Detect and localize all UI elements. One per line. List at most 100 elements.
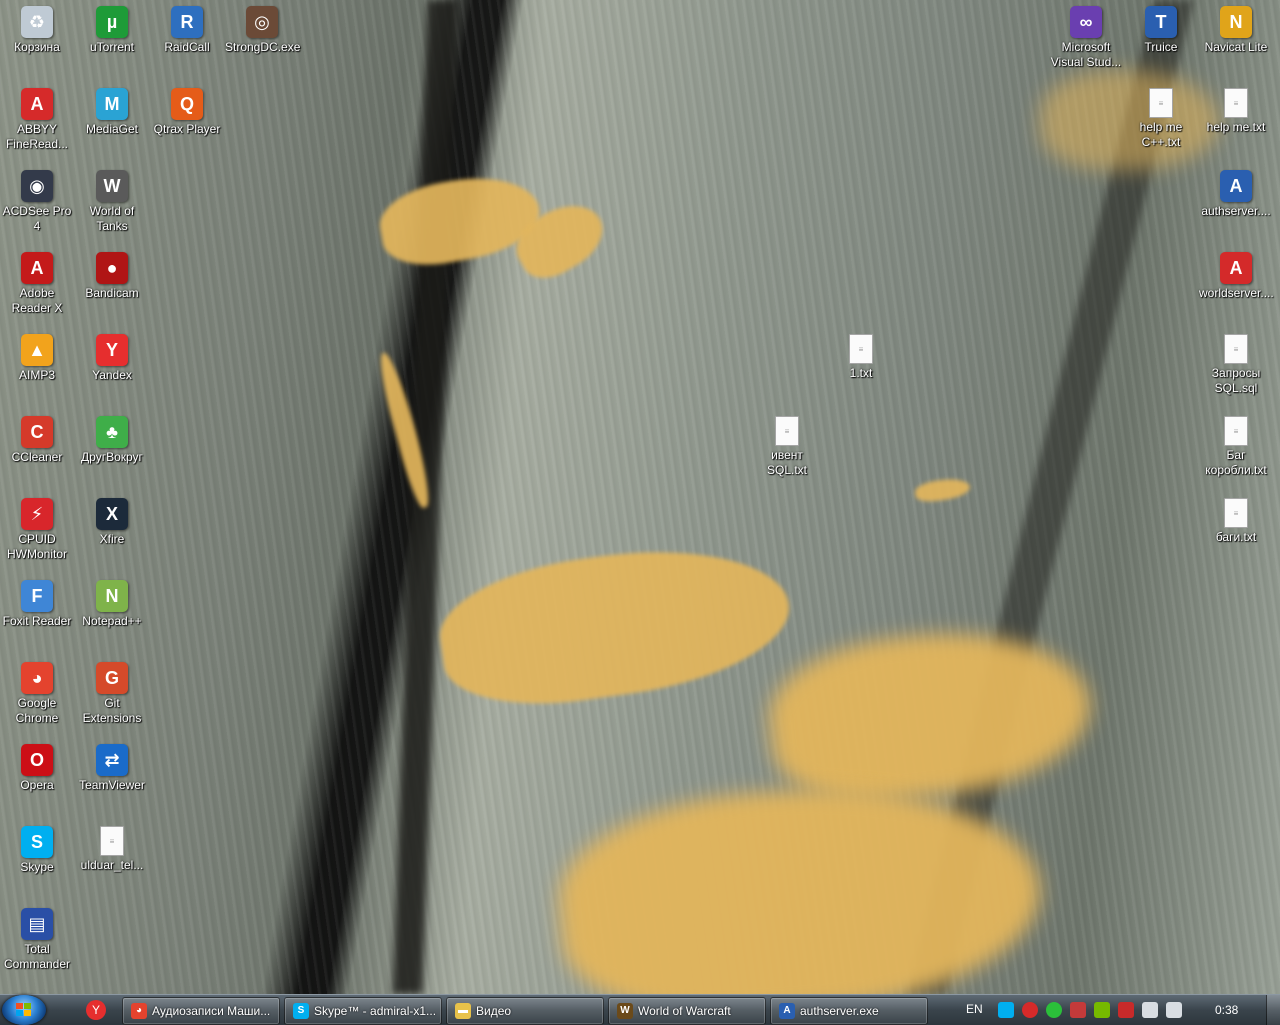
opera-icon: O [21, 744, 53, 776]
taskbar-button-label: Skype™ - admiral-x1... [314, 1004, 437, 1018]
desktop-icon-label: Yandex [92, 368, 132, 382]
desktop-icon-git-extensions[interactable]: G Git Extensions [75, 662, 149, 726]
desktop-icon-text-file[interactable]: ≡ help me C++.txt [1124, 88, 1198, 150]
desktop-icon-label: CCleaner [11, 450, 63, 464]
desktop-icon-label: MediaGet [85, 122, 139, 136]
desktop-wallpaper[interactable]: ♻ Корзина µ uTorrent R RaidCall ◎ StrongDC.exe A… [0, 0, 1280, 994]
desktop-icon-label: Xfire [99, 532, 125, 546]
windows-logo-icon [16, 1003, 32, 1017]
desktop-icon-label: ulduar_tel... [80, 858, 144, 872]
desktop-icon-label: баги.txt [1215, 530, 1257, 544]
text-file-icon: ≡ [1224, 498, 1248, 528]
desktop-icon-strongdc[interactable]: ◎ StrongDC.exe [225, 6, 301, 55]
clock[interactable]: 0:38 [1215, 1003, 1238, 1017]
language-indicator[interactable]: EN [966, 1002, 983, 1016]
security-tray-icon[interactable] [1118, 1002, 1134, 1018]
taskbar-button-skype[interactable]: S Skype™ - admiral-x1... [284, 997, 442, 1025]
desktop-icon-label: RaidCall [164, 40, 210, 54]
abbyy-icon: A [21, 88, 53, 120]
navicat-icon: N [1220, 6, 1252, 38]
desktop-icon-text-file[interactable]: ≡ 1.txt [824, 334, 898, 381]
world-of-tanks-icon: W [96, 170, 128, 202]
desktop-icon-notepadpp[interactable]: N Notepad++ [75, 580, 149, 629]
desktop-icon-qtrax[interactable]: Q Qtrax Player [150, 88, 224, 137]
text-file-icon: ≡ [1224, 88, 1248, 118]
desktop-icon-label: authserver.... [1201, 204, 1271, 218]
quicklaunch-yandex-icon[interactable]: Y [86, 1000, 106, 1020]
desktop-icon-sql-file[interactable]: ≡ Запросы SQL.sql [1199, 334, 1273, 396]
qtrax-icon: Q [171, 88, 203, 120]
desktop-icon-aimp[interactable]: ▲ AIMP3 [0, 334, 74, 383]
desktop-icon-hwmonitor[interactable]: ⚡ CPUID HWMonitor [0, 498, 74, 562]
visual-studio-icon: ∞ [1070, 6, 1102, 38]
desktop-icon-skype[interactable]: S Skype [0, 826, 74, 875]
skype-tray-icon[interactable] [998, 1002, 1014, 1018]
desktop-icon-chrome[interactable]: ◕ Google Chrome [0, 662, 74, 726]
green-status-icon[interactable] [1046, 1002, 1062, 1018]
total-commander-icon: ▤ [21, 908, 53, 940]
taskbar-button-label: Видео [476, 1004, 512, 1018]
desktop-icon-label: StrongDC.exe [225, 40, 301, 54]
nvidia-icon[interactable] [1094, 1002, 1110, 1018]
teamviewer-icon: ⇄ [96, 744, 128, 776]
desktop-icon-label: Корзина [14, 40, 60, 54]
text-file-icon: ≡ [1224, 416, 1248, 446]
desktop-icon-mediaget[interactable]: M MediaGet [75, 88, 149, 137]
desktop-icon-cpp-file[interactable]: ≡ ulduar_tel... [75, 826, 149, 873]
desktop-icon-foxit[interactable]: F Foxit Reader [0, 580, 74, 629]
start-button[interactable] [2, 995, 46, 1025]
desktop-icon-utorrent[interactable]: µ uTorrent [75, 6, 149, 55]
desktop-icon-label: ACDSee Pro 4 [2, 204, 72, 233]
desktop-icon-worldserver[interactable]: Aworldserver.... [1199, 252, 1274, 301]
desktop-icon-truice[interactable]: T Truice [1124, 6, 1198, 55]
authserver-icon: A [779, 1003, 795, 1019]
desktop-icon-raidcall[interactable]: R RaidCall [150, 6, 224, 55]
desktop-icon-abbyy[interactable]: A ABBYY FineRead... [0, 88, 74, 152]
desktop-icon-total-commander[interactable]: ▤ Total Commander [0, 908, 74, 972]
desktop-icon-opera[interactable]: O Opera [0, 744, 74, 793]
network-icon[interactable] [1142, 1002, 1158, 1018]
taskbar-button-authserver[interactable]: Aauthserver.exe [770, 997, 928, 1025]
sql-file-icon: ≡ [1224, 334, 1248, 364]
taskbar-button-chrome[interactable]: ◕ Аудиозаписи Маши... [122, 997, 280, 1025]
desktop-icon-acdsee[interactable]: ◉ ACDSee Pro 4 [0, 170, 74, 234]
desktop-icon-label: World of Tanks [89, 204, 135, 233]
desktop-icon-label: help me C++.txt [1139, 120, 1183, 149]
desktop-icon-ccleaner[interactable]: C CCleaner [0, 416, 74, 465]
desktop-icon-label: Запросы SQL.sql [1211, 366, 1261, 395]
desktop-icon-authserver[interactable]: Aauthserver.... [1199, 170, 1273, 219]
desktop-icon-teamviewer[interactable]: ⇄ TeamViewer [75, 744, 149, 793]
desktop-icon-drugvokrug[interactable]: ♣ ДругВокруг [75, 416, 149, 465]
show-desktop-button[interactable] [1266, 995, 1280, 1025]
desktop-icon-world-of-tanks[interactable]: W World of Tanks [75, 170, 149, 234]
desktop-icon-label: ивент SQL.txt [766, 448, 807, 477]
desktop-icon-yandex[interactable]: Y Yandex [75, 334, 149, 383]
worldserver-icon: A [1220, 252, 1252, 284]
taskbar-button-folder[interactable]: ▬ Видео [446, 997, 604, 1025]
desktop-icon-text-file[interactable]: ≡ Баг коробли.txt [1199, 416, 1273, 478]
desktop-icon-text-file[interactable]: ≡ help me.txt [1199, 88, 1273, 135]
desktop-icon-visual-studio[interactable]: ∞ Microsoft Visual Stud... [1049, 6, 1123, 70]
desktop-icon-adobe-reader[interactable]: A Adobe Reader X [0, 252, 74, 316]
desktop-icon-label: Opera [20, 778, 54, 792]
chrome-icon: ◕ [131, 1003, 147, 1019]
taskbar-button-world-of-warcraft[interactable]: W World of Warcraft [608, 997, 766, 1025]
desktop-icon-label: ДругВокруг [81, 450, 143, 464]
volume-icon[interactable] [1166, 1002, 1182, 1018]
folder-icon: ▬ [455, 1003, 471, 1019]
xfire-icon: X [96, 498, 128, 530]
desktop-icon-label: Notepad++ [82, 614, 142, 628]
desktop-icon-xfire[interactable]: X Xfire [75, 498, 149, 547]
mediaget-icon: M [96, 88, 128, 120]
desktop-icon-recycle-bin[interactable]: ♻ Корзина [0, 6, 74, 55]
desktop-icon-navicat[interactable]: N Navicat Lite [1199, 6, 1273, 55]
desktop-icon-bandicam[interactable]: ● Bandicam [75, 252, 149, 301]
desktop-icon-text-file[interactable]: ≡ баги.txt [1199, 498, 1273, 545]
ccleaner-icon: C [21, 416, 53, 448]
desktop-icon-label: help me.txt [1206, 120, 1266, 134]
adobe-reader-icon: A [21, 252, 53, 284]
flag-tray-icon[interactable] [1070, 1002, 1086, 1018]
desktop-icon-text-file[interactable]: ≡ ивент SQL.txt [750, 416, 824, 478]
desktop-icon-label: Adobe Reader X [11, 286, 63, 315]
red-status-icon[interactable] [1022, 1002, 1038, 1018]
